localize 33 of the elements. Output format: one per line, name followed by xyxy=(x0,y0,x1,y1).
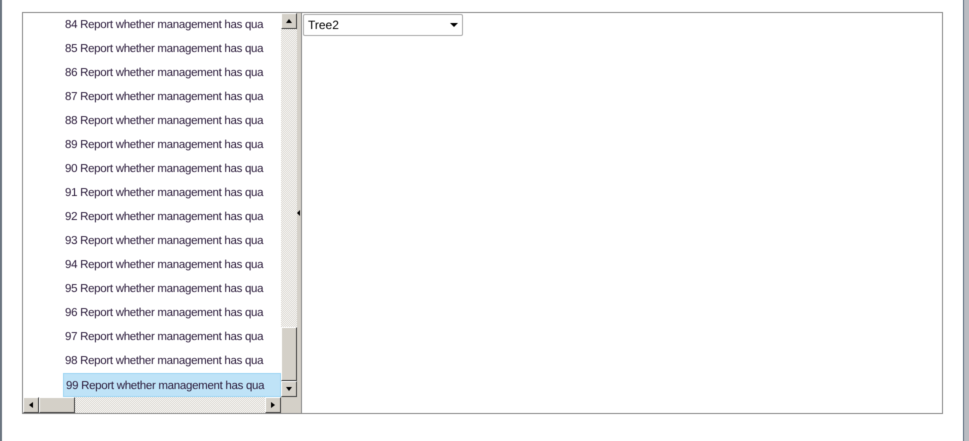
scroll-right-button[interactable] xyxy=(265,397,281,413)
scroll-thumb[interactable] xyxy=(39,397,75,413)
tree-item[interactable]: 88 Report whether management has qua xyxy=(63,109,281,133)
dropdown-value: Tree2 xyxy=(308,17,339,34)
tree-item[interactable]: 86 Report whether management has qua xyxy=(63,61,281,85)
tree-item[interactable]: 92 Report whether management has qua xyxy=(63,205,281,229)
down-arrow-icon xyxy=(285,385,293,393)
tree-item[interactable]: 85 Report whether management has qua xyxy=(63,37,281,61)
tree-item[interactable]: 93 Report whether management has qua xyxy=(63,229,281,253)
tree-item[interactable]: 87 Report whether management has qua xyxy=(63,85,281,109)
scroll-left-button[interactable] xyxy=(23,397,39,413)
scrollbar-corner xyxy=(281,397,297,413)
tree-item[interactable]: 94 Report whether management has qua xyxy=(63,253,281,277)
scroll-thumb[interactable] xyxy=(281,327,297,381)
collapse-arrow-icon xyxy=(297,210,300,216)
tree-item[interactable]: 97 Report whether management has qua xyxy=(63,325,281,349)
tree-item[interactable]: 89 Report whether management has qua xyxy=(63,133,281,157)
dropdown-caret-icon xyxy=(450,23,458,27)
vertical-scrollbar[interactable] xyxy=(281,13,297,397)
tree-item[interactable]: 90 Report whether management has qua xyxy=(63,157,281,181)
tree-item[interactable]: 98 Report whether management has qua xyxy=(63,349,281,373)
right-arrow-icon xyxy=(269,401,277,409)
left-arrow-icon xyxy=(27,401,35,409)
tree-item[interactable]: 91 Report whether management has qua xyxy=(63,181,281,205)
scroll-up-button[interactable] xyxy=(281,13,297,29)
tree-item[interactable]: 99 Report whether management has qua xyxy=(63,373,281,397)
tree-item[interactable]: 96 Report whether management has qua xyxy=(63,301,281,325)
tree-item[interactable]: 84 Report whether management has qua xyxy=(63,13,281,37)
up-arrow-icon xyxy=(285,17,293,25)
scroll-down-button[interactable] xyxy=(281,381,297,397)
tree-dropdown[interactable]: Tree2 xyxy=(303,14,463,36)
tree-item[interactable]: 95 Report whether management has qua xyxy=(63,277,281,301)
horizontal-scrollbar[interactable] xyxy=(23,397,281,413)
